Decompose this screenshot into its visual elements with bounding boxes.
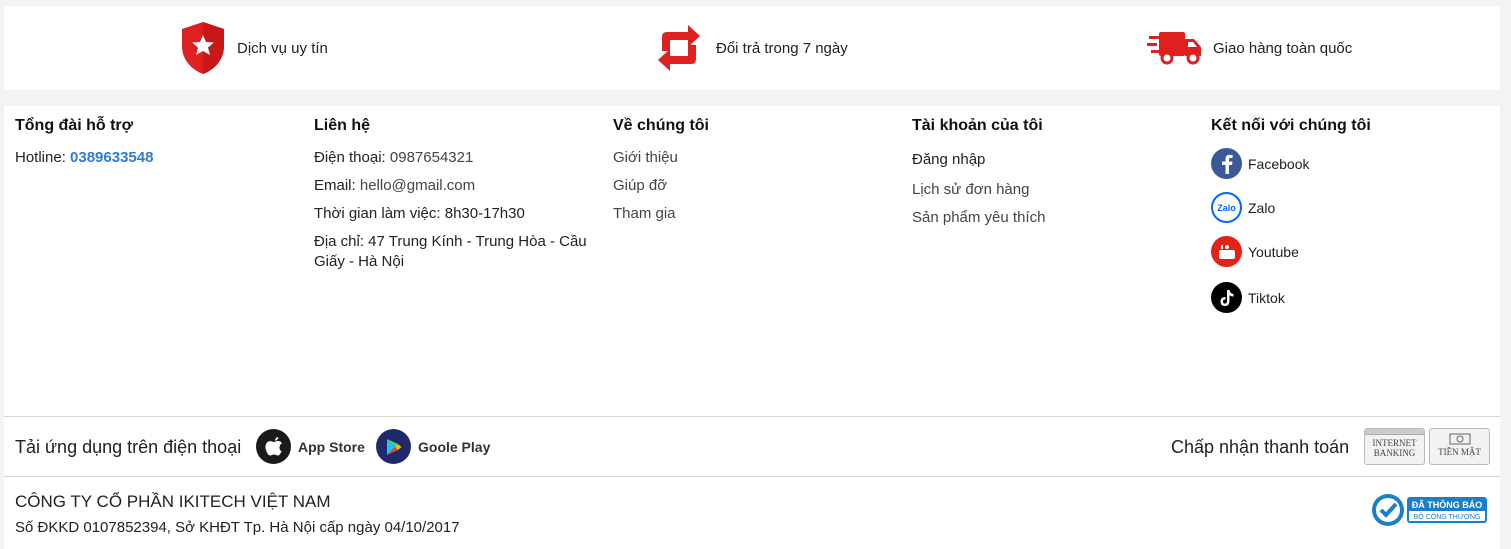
contact-phone: Điện thoại: 0987654321 [314, 149, 473, 166]
feature-label: Đổi trả trong 7 ngày [716, 39, 848, 57]
account-title: Tài khoản của tôi [912, 117, 1043, 134]
app-store-label: App Store [298, 438, 365, 455]
return-icon [658, 25, 700, 71]
feature-trusted-service: Dịch vụ uy tín [179, 6, 328, 90]
contact-address-line1: Địa chỉ: 47 Trung Kính - Trung Hòa - Cầu [314, 233, 587, 250]
hotline-label: Hotline: [15, 149, 66, 166]
hours-label: Thời gian làm việc: [314, 205, 441, 222]
apple-icon [256, 429, 291, 464]
hotline: Hotline: 0389633548 [15, 149, 153, 166]
google-play-label: Goole Play [418, 438, 491, 455]
about-link-help[interactable]: Giúp đỡ [613, 177, 667, 194]
company-registration: Số ĐKKD 0107852394, Sở KHĐT Tp. Hà Nội c… [15, 519, 460, 536]
footer: Tổng đài hỗ trợ Hotline: 0389633548 Liên… [4, 106, 1500, 549]
feature-strip: Dịch vụ uy tín Đổi trả trong 7 ngày Giao… [4, 6, 1500, 90]
facebook-icon [1211, 148, 1242, 179]
divider [4, 476, 1500, 477]
app-download-label: Tải ứng dụng trên điện thoại [15, 437, 242, 457]
contact-hours: Thời gian làm việc: 8h30-17h30 [314, 205, 525, 222]
email-value[interactable]: hello@gmail.com [360, 177, 475, 194]
account-link-login[interactable]: Đăng nhập [912, 151, 985, 168]
badge-line2: BỘ CÔNG THƯƠNG [1414, 512, 1481, 521]
feature-nationwide-delivery: Giao hàng toàn quốc [1147, 6, 1352, 90]
delivery-truck-icon [1147, 32, 1201, 65]
about-link-intro[interactable]: Giới thiệu [613, 149, 678, 166]
company-name: CÔNG TY CỔ PHẦN IKITECH VIỆT NAM [15, 492, 331, 511]
account-link-order-history[interactable]: Lịch sử đơn hàng [912, 181, 1029, 198]
shield-star-icon [182, 22, 224, 74]
about-title: Về chúng tôi [613, 117, 709, 134]
youtube-icon [1211, 236, 1242, 267]
contact-address-line2: Giấy - Hà Nội [314, 253, 405, 270]
contact-email: Email: hello@gmail.com [314, 177, 475, 194]
phone-value[interactable]: 0987654321 [390, 149, 473, 166]
cash-label: TIỀN MẶT [1438, 447, 1481, 457]
feature-label: Giao hàng toàn quốc [1213, 39, 1353, 57]
social-tiktok[interactable]: Tiktok [1211, 282, 1285, 313]
social-title: Kết nối với chúng tôi [1211, 117, 1371, 134]
social-label: Facebook [1248, 155, 1310, 172]
support-title: Tổng đài hỗ trợ [15, 117, 134, 134]
phone-label: Điện thoại: [314, 149, 386, 166]
account-link-favorites[interactable]: Sản phẩm yêu thích [912, 209, 1045, 226]
internet-banking-line2: BANKING [1373, 448, 1416, 458]
internet-banking-line1: INTERNET [1372, 438, 1417, 448]
divider [4, 416, 1500, 417]
social-label: Tiktok [1248, 289, 1285, 306]
social-youtube[interactable]: Youtube [1211, 236, 1299, 267]
social-label: Youtube [1248, 243, 1299, 260]
contact-title: Liên hệ [314, 117, 371, 134]
google-play-button[interactable]: Goole Play [376, 429, 490, 464]
hotline-number[interactable]: 0389633548 [70, 149, 153, 166]
social-zalo[interactable]: Zalo Zalo [1211, 192, 1275, 223]
zalo-icon: Zalo [1211, 192, 1242, 223]
feature-return-policy: Đổi trả trong 7 ngày [652, 6, 848, 90]
social-facebook[interactable]: Facebook [1211, 148, 1309, 179]
app-store-button[interactable]: App Store [256, 429, 365, 464]
hours-value: 8h30-17h30 [444, 205, 525, 222]
feature-label: Dịch vụ uy tín [237, 39, 328, 57]
email-label: Email: [314, 177, 356, 194]
badge-line1: ĐÃ THÔNG BÁO [1412, 499, 1483, 510]
payment-label: Chấp nhận thanh toán [1171, 437, 1350, 457]
google-play-icon [376, 429, 411, 464]
about-link-join[interactable]: Tham gia [613, 205, 676, 222]
social-label: Zalo [1248, 199, 1276, 216]
tiktok-icon [1211, 282, 1242, 313]
moit-registered-badge[interactable]: ĐÃ THÔNG BÁO BỘ CÔNG THƯƠNG [1371, 493, 1489, 532]
internet-banking-icon: INTERNET BANKING [1364, 428, 1425, 465]
cash-icon: TIỀN MẶT [1429, 428, 1490, 465]
